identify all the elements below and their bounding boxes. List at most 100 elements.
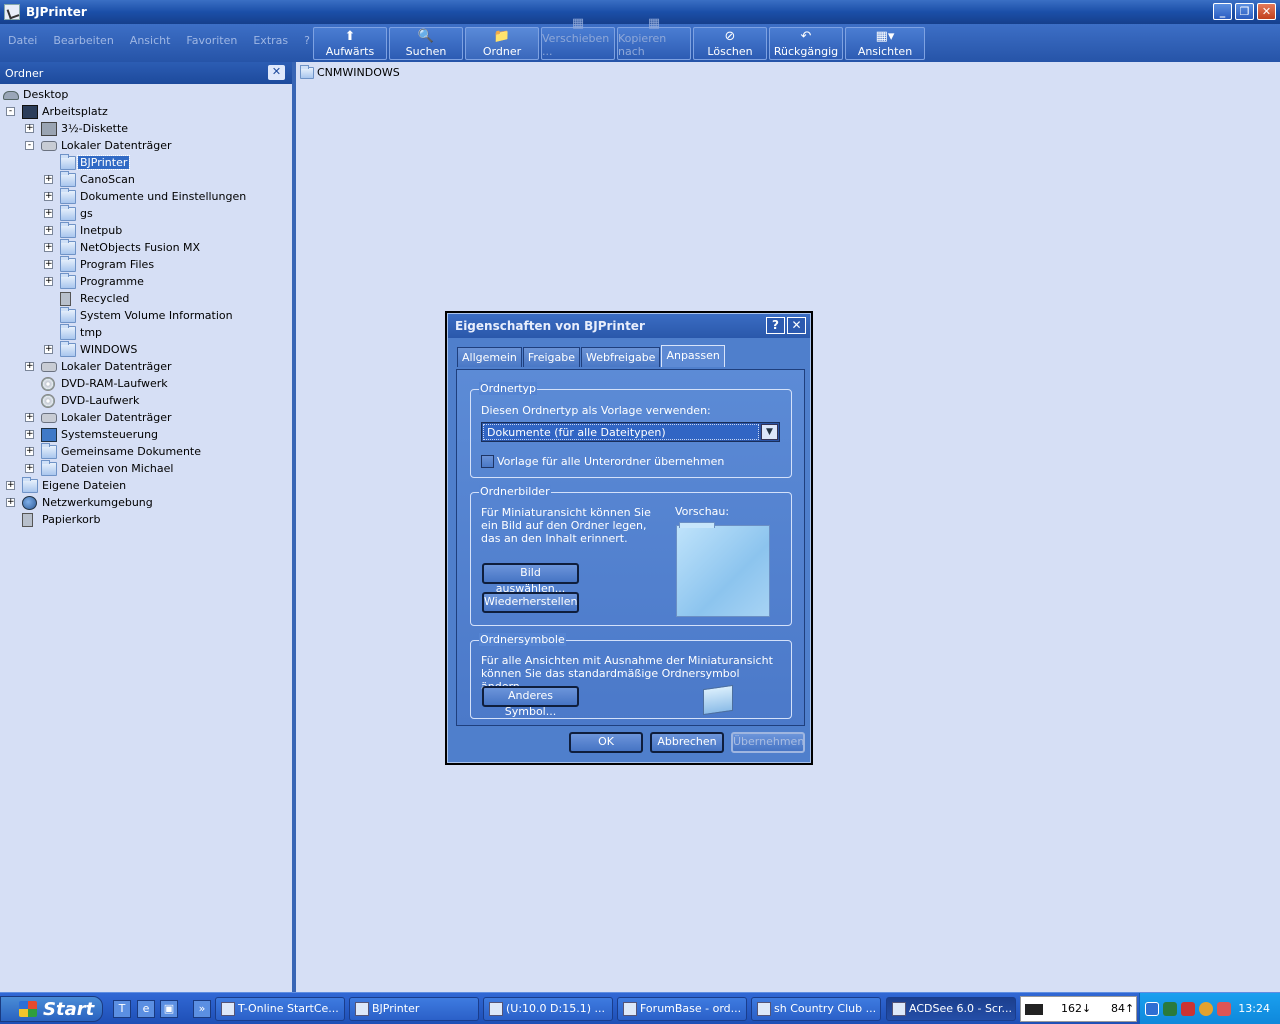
menu-item-bearbeiten[interactable]: Bearbeiten: [53, 34, 113, 47]
close-button[interactable]: ✕: [1257, 3, 1276, 20]
close-pane-icon[interactable]: ✕: [268, 65, 285, 80]
toolbar-button-4[interactable]: ▦ Kopieren nach: [617, 17, 691, 60]
tree-item[interactable]: + Programme: [0, 273, 290, 291]
apply-button[interactable]: Übernehmen: [731, 732, 805, 753]
restore-button-dialog[interactable]: Wiederherstellen: [482, 592, 579, 613]
tree-item[interactable]: + CanoScan: [0, 171, 290, 189]
tray-phone-icon[interactable]: [1163, 1002, 1177, 1016]
tree-item[interactable]: + Dokumente und Einstellungen: [0, 188, 290, 206]
expand-icon[interactable]: +: [6, 481, 15, 490]
tab-allgemein[interactable]: Allgemein: [457, 347, 522, 367]
expand-icon[interactable]: +: [44, 260, 53, 269]
toolbar-button-7[interactable]: ▦▾ Ansichten: [845, 27, 925, 60]
tree-item[interactable]: + Netzwerkumgebung: [0, 495, 290, 512]
expand-icon[interactable]: +: [44, 175, 53, 184]
apply-subfolders-checkbox[interactable]: [481, 455, 494, 468]
tree-item[interactable]: + Eigene Dateien: [0, 477, 290, 495]
tree-item[interactable]: + NetObjects Fusion MX: [0, 239, 290, 257]
folder-type-combo[interactable]: Dokumente (für alle Dateitypen) ▼: [481, 422, 780, 442]
tree-item[interactable]: - Lokaler Datenträger: [0, 138, 290, 155]
more-icon[interactable]: »: [193, 1000, 211, 1018]
collapse-icon[interactable]: -: [6, 107, 15, 116]
tree-item[interactable]: + Dateien von Michael: [0, 460, 290, 478]
tree-item[interactable]: tmp: [0, 324, 290, 342]
menu-item-[interactable]: ?: [304, 34, 310, 47]
toolbar-button-5[interactable]: ⊘ Löschen: [693, 27, 767, 60]
cancel-button[interactable]: Abbrechen: [650, 732, 724, 753]
tray-network-icon[interactable]: [1199, 1002, 1213, 1016]
tree-item[interactable]: DVD-Laufwerk: [0, 393, 290, 410]
taskbar-task[interactable]: sh Country Club ...: [751, 997, 881, 1021]
tree-item[interactable]: + Lokaler Datenträger: [0, 410, 290, 427]
expand-icon[interactable]: +: [25, 124, 34, 133]
tree-item[interactable]: Papierkorb: [0, 512, 290, 529]
tree-item[interactable]: BJPrinter: [0, 154, 290, 172]
dialog-title-bar[interactable]: Eigenschaften von BJPrinter ? ✕: [448, 314, 810, 338]
tab-webfreigabe[interactable]: Webfreigabe: [581, 347, 661, 367]
tree-item[interactable]: Recycled: [0, 291, 290, 308]
window-title-bar[interactable]: BJPrinter _ ❐ ✕: [0, 0, 1280, 24]
toolbar-button-3[interactable]: ▦ Verschieben ...: [541, 17, 615, 60]
expand-icon[interactable]: +: [44, 226, 53, 235]
toolbar-button-0[interactable]: ⬆ Aufwärts: [313, 27, 387, 60]
menu-item-extras[interactable]: Extras: [253, 34, 288, 47]
start-button[interactable]: Start: [0, 996, 103, 1022]
expand-icon[interactable]: +: [25, 430, 34, 439]
tree-item[interactable]: + Inetpub: [0, 222, 290, 240]
tab-freigabe[interactable]: Freigabe: [522, 347, 581, 367]
tree-item[interactable]: - Arbeitsplatz: [0, 104, 290, 121]
help-icon[interactable]: ?: [766, 317, 785, 334]
apply-subfolders-label[interactable]: Vorlage für alle Unterordner übernehmen: [497, 455, 724, 468]
expand-icon[interactable]: +: [25, 447, 34, 456]
internet-explorer-icon[interactable]: e: [137, 1000, 155, 1018]
tree-item[interactable]: + Lokaler Datenträger: [0, 359, 290, 376]
toolbar-button-2[interactable]: 📁 Ordner: [465, 27, 539, 60]
taskbar-task[interactable]: T-Online StartCe...: [215, 997, 345, 1021]
expand-icon[interactable]: +: [44, 209, 53, 218]
tab-anpassen[interactable]: Anpassen: [661, 345, 725, 367]
expand-icon[interactable]: +: [6, 498, 15, 507]
tray-plus-icon[interactable]: [1145, 1002, 1159, 1016]
restore-button[interactable]: ❐: [1235, 3, 1254, 20]
tree-item[interactable]: + Program Files: [0, 256, 290, 274]
app-icon[interactable]: [4, 4, 20, 20]
clock[interactable]: 13:24: [1238, 1002, 1270, 1015]
menu-item-datei[interactable]: Datei: [8, 34, 37, 47]
tree-item[interactable]: + gs: [0, 205, 290, 223]
expand-icon[interactable]: +: [25, 413, 34, 422]
expand-icon[interactable]: +: [44, 192, 53, 201]
taskbar-task[interactable]: ForumBase - ord...: [617, 997, 747, 1021]
tree-item[interactable]: +3½-Diskette: [0, 121, 290, 138]
t-online-icon[interactable]: T: [113, 1000, 131, 1018]
expand-icon[interactable]: +: [25, 464, 34, 473]
tray-shield-icon[interactable]: [1217, 1002, 1231, 1016]
toolbar-button-1[interactable]: 🔍 Suchen: [389, 27, 463, 60]
menu-item-ansicht[interactable]: Ansicht: [130, 34, 171, 47]
expand-icon[interactable]: +: [25, 362, 34, 371]
tree-item[interactable]: + Systemsteuerung: [0, 427, 290, 444]
toolbar-button-6[interactable]: ↶ Rückgängig: [769, 27, 843, 60]
taskbar-task[interactable]: ACDSee 6.0 - Scr...: [886, 997, 1016, 1021]
tree-item[interactable]: System Volume Information: [0, 307, 290, 325]
tree-item[interactable]: + Gemeinsame Dokumente: [0, 443, 290, 461]
traffic-meter[interactable]: 162↓ 84↑: [1020, 996, 1137, 1022]
tree-item[interactable]: + WINDOWS: [0, 341, 290, 359]
menu-item-favoriten[interactable]: Favoriten: [186, 34, 237, 47]
expand-icon[interactable]: +: [44, 277, 53, 286]
chevron-down-icon[interactable]: ▼: [761, 424, 778, 440]
expand-icon[interactable]: +: [44, 345, 53, 354]
ok-button[interactable]: OK: [569, 732, 643, 753]
show-desktop-icon[interactable]: ▣: [160, 1000, 178, 1018]
tray-noxp-icon[interactable]: [1181, 1002, 1195, 1016]
tree-item[interactable]: Desktop: [0, 87, 290, 104]
minimize-button[interactable]: _: [1213, 3, 1232, 20]
collapse-icon[interactable]: -: [25, 141, 34, 150]
taskbar-task[interactable]: (U:10.0 D:15.1) ...: [483, 997, 613, 1021]
expand-icon[interactable]: +: [44, 243, 53, 252]
taskbar-task[interactable]: BJPrinter: [349, 997, 479, 1021]
file-list-item[interactable]: CNMWINDOWS: [300, 64, 400, 79]
change-icon-button[interactable]: Anderes Symbol...: [482, 686, 579, 718]
tree-item[interactable]: DVD-RAM-Laufwerk: [0, 376, 290, 393]
close-icon[interactable]: ✕: [787, 317, 806, 334]
choose-image-button[interactable]: Bild auswählen...: [482, 563, 579, 595]
